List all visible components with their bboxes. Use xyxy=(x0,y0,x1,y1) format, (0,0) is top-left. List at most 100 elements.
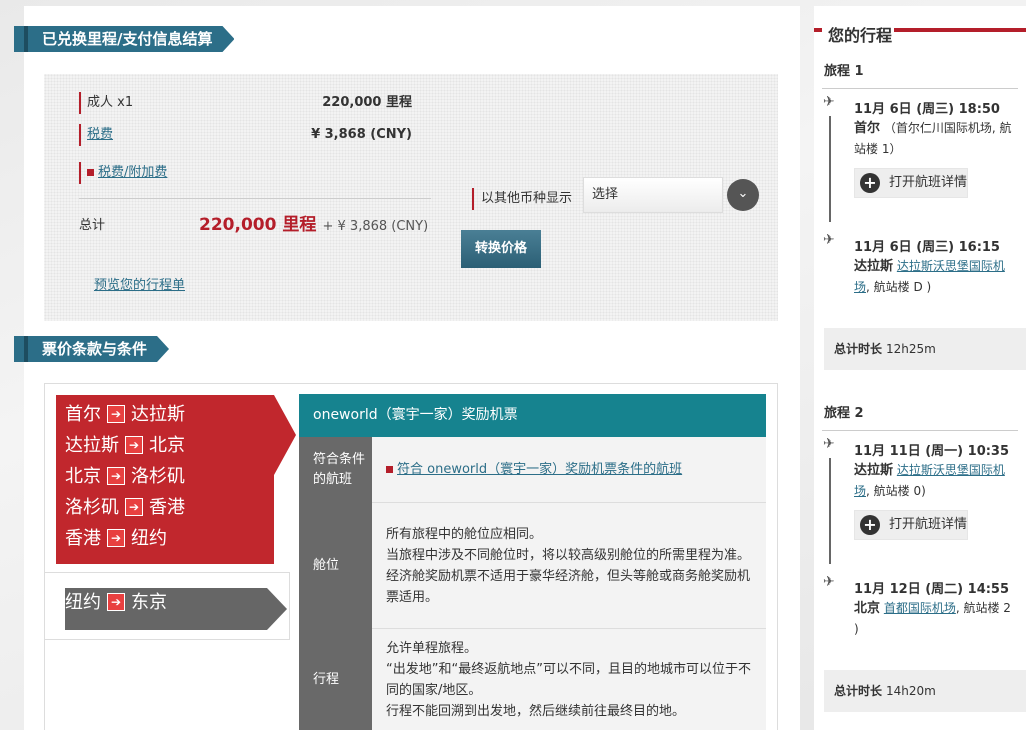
surcharge-row: 税费/附加费 xyxy=(79,162,412,184)
arrival-place: 达拉斯 达拉斯沃思堡国际机场, 航站楼 D ) xyxy=(854,256,1014,298)
convert-price-button[interactable]: 转换价格 xyxy=(461,230,541,268)
route-from: 首尔 xyxy=(65,404,101,425)
route-item[interactable]: 香港 ➔ 纽约 xyxy=(65,525,167,553)
condition-line: “出发地”和“最终返航地点”可以不同，且目的地城市可以位于不同的国家/地区。 xyxy=(386,661,751,698)
open-flight-details-button[interactable]: + 打开航班详情 xyxy=(854,510,968,540)
condition-label: 符合条件的航班 xyxy=(299,437,372,503)
plus-icon: + xyxy=(860,515,880,535)
arrival-time: 11月 6日 (周三) 16:15 xyxy=(854,240,1000,255)
external-link-icon xyxy=(386,463,397,473)
arrow-right-icon: ➔ xyxy=(125,498,143,516)
arrival-airport-link[interactable]: 首都国际机场 xyxy=(884,601,956,615)
title-accent-line xyxy=(894,28,1026,32)
arrow-right-icon: ➔ xyxy=(125,436,143,454)
route-to: 北京 xyxy=(149,435,185,456)
divider xyxy=(79,198,431,199)
plane-arrival-icon: ✈ xyxy=(823,232,835,248)
total-cash: + ¥ 3,868 (CNY) xyxy=(322,219,429,234)
other-route[interactable]: 纽约 ➔ 东京 xyxy=(65,589,167,617)
condition-line: 所有旅程中的舱位应相同。 xyxy=(386,526,543,542)
route-from: 纽约 xyxy=(65,592,101,613)
timeline-line xyxy=(829,458,831,564)
departure-city: 达拉斯 xyxy=(854,463,894,478)
route-to: 达拉斯 xyxy=(131,404,185,425)
condition-line: 当旅程中涉及不同舱位时，将以较高级别舱位的所需里程为准。 xyxy=(386,547,751,563)
route-item[interactable]: 北京 ➔ 洛杉矶 xyxy=(65,463,185,491)
condition-line: 行程不能回溯到出发地，然后继续前往最终目的地。 xyxy=(386,703,686,719)
arrow-right-icon: ➔ xyxy=(107,467,125,485)
total-label: 总计 xyxy=(79,218,106,233)
plus-icon: + xyxy=(860,173,880,193)
payment-section-title: 已兑换里程/支付信息结算 xyxy=(14,26,234,52)
fare-section-title: 票价条款与条件 xyxy=(14,336,169,362)
departure-city: 首尔 xyxy=(854,121,881,136)
currency-select[interactable]: 选择 xyxy=(583,177,723,213)
route-item[interactable]: 达拉斯 ➔ 北京 xyxy=(65,432,185,460)
route-item[interactable]: 洛杉矶 ➔ 香港 xyxy=(65,494,185,522)
tax-value: ¥ 3,868 (CNY) xyxy=(311,127,412,142)
itinerary-title: 您的行程 xyxy=(826,22,895,46)
preview-itinerary-link[interactable]: 预览您的行程单 xyxy=(94,274,185,293)
total-value: 220,000 里程 + ¥ 3,868 (CNY) xyxy=(199,210,428,235)
currency-label: 以其他币种显示 xyxy=(472,188,572,210)
tax-row: 税费 ¥ 3,868 (CNY) xyxy=(79,124,412,146)
departure-place: 达拉斯 达拉斯沃思堡国际机场, 航站楼 0) xyxy=(854,460,1014,502)
arrow-right-icon: ➔ xyxy=(107,405,125,423)
trip-label: 旅程 1 xyxy=(824,64,864,79)
arrival-place: 北京 首都国际机场, 航站楼 2 ) xyxy=(854,598,1014,640)
main-panel: 已兑换里程/支付信息结算 成人 x1 220,000 里程 税费 ¥ 3,868… xyxy=(24,6,800,730)
condition-body: 符合 oneworld（寰宇一家）奖励机票条件的航班 xyxy=(372,437,766,503)
arrival-city: 北京 xyxy=(854,601,881,616)
adult-miles: 220,000 里程 xyxy=(322,95,412,110)
condition-line: 允许单程旅程。 xyxy=(386,640,478,656)
condition-body: 允许单程旅程。 “出发地”和“最终返航地点”可以不同，且目的地城市可以位于不同的… xyxy=(372,629,766,730)
adult-fare-row: 成人 x1 220,000 里程 xyxy=(79,92,412,114)
ticket-type-header: oneworld（寰宇一家）奖励机票 xyxy=(299,394,766,437)
route-from: 北京 xyxy=(65,466,101,487)
condition-line: 经济舱奖励机票不适用于豪华经济舱，但头等舱或商务舱奖励机票适用。 xyxy=(386,568,751,605)
tax-link[interactable]: 税费 xyxy=(87,127,113,142)
route-to: 东京 xyxy=(131,592,167,613)
route-item[interactable]: 首尔 ➔ 达拉斯 xyxy=(65,401,185,429)
departure-place: 首尔 （首尔仁川国际机场, 航站楼 1） xyxy=(854,118,1014,160)
title-accent-line xyxy=(814,28,822,32)
open-flight-details-label: 打开航班详情 xyxy=(889,517,968,532)
arrow-right-icon: ➔ xyxy=(107,593,125,611)
total-miles: 220,000 里程 xyxy=(199,215,317,235)
route-to: 纽约 xyxy=(131,528,167,549)
condition-body: 所有旅程中的舱位应相同。 当旅程中涉及不同舱位时，将以较高级别舱位的所需里程为准… xyxy=(372,503,766,629)
condition-label: 行程 xyxy=(299,629,372,730)
open-flight-details-label: 打开航班详情 xyxy=(889,175,968,190)
plane-departure-icon: ✈ xyxy=(823,94,835,110)
departure-time: 11月 11日 (周一) 10:35 xyxy=(854,444,1010,459)
external-link-icon xyxy=(87,166,98,176)
arrival-terminal: , 航站楼 D ) xyxy=(866,280,932,294)
duration-value: 12h25m xyxy=(886,342,936,356)
arrow-right-icon: ➔ xyxy=(107,529,125,547)
route-from: 达拉斯 xyxy=(65,435,119,456)
plane-arrival-icon: ✈ xyxy=(823,574,835,590)
route-from: 香港 xyxy=(65,528,101,549)
trip-duration: 总计时长 14h20m xyxy=(824,670,1026,712)
route-to: 洛杉矶 xyxy=(131,466,185,487)
departure-time: 11月 6日 (周三) 18:50 xyxy=(854,102,1000,117)
duration-value: 14h20m xyxy=(886,684,936,698)
trip-label: 旅程 2 xyxy=(824,406,864,421)
eligible-flights-link[interactable]: 符合 oneworld（寰宇一家）奖励机票条件的航班 xyxy=(397,462,682,477)
adult-label: 成人 x1 xyxy=(87,95,134,110)
duration-label: 总计时长 xyxy=(834,342,883,356)
open-flight-details-button[interactable]: + 打开航班详情 xyxy=(854,168,968,198)
surcharge-link[interactable]: 税费/附加费 xyxy=(98,165,167,180)
route-from: 洛杉矶 xyxy=(65,497,119,518)
chevron-down-icon[interactable]: ⌄ xyxy=(727,179,759,211)
arrival-city: 达拉斯 xyxy=(854,259,894,274)
trip-duration: 总计时长 12h25m xyxy=(824,328,1026,370)
departure-terminal: , 航站楼 0) xyxy=(866,484,926,498)
divider xyxy=(822,430,1018,431)
duration-label: 总计时长 xyxy=(834,684,883,698)
plane-departure-icon: ✈ xyxy=(823,436,835,452)
arrival-time: 11月 12日 (周二) 14:55 xyxy=(854,582,1010,597)
itinerary-sidebar: 您的行程 旅程 1 ✈ 11月 6日 (周三) 18:50 首尔 （首尔仁川国际… xyxy=(814,6,1026,730)
route-to: 香港 xyxy=(149,497,185,518)
divider xyxy=(822,88,1018,89)
